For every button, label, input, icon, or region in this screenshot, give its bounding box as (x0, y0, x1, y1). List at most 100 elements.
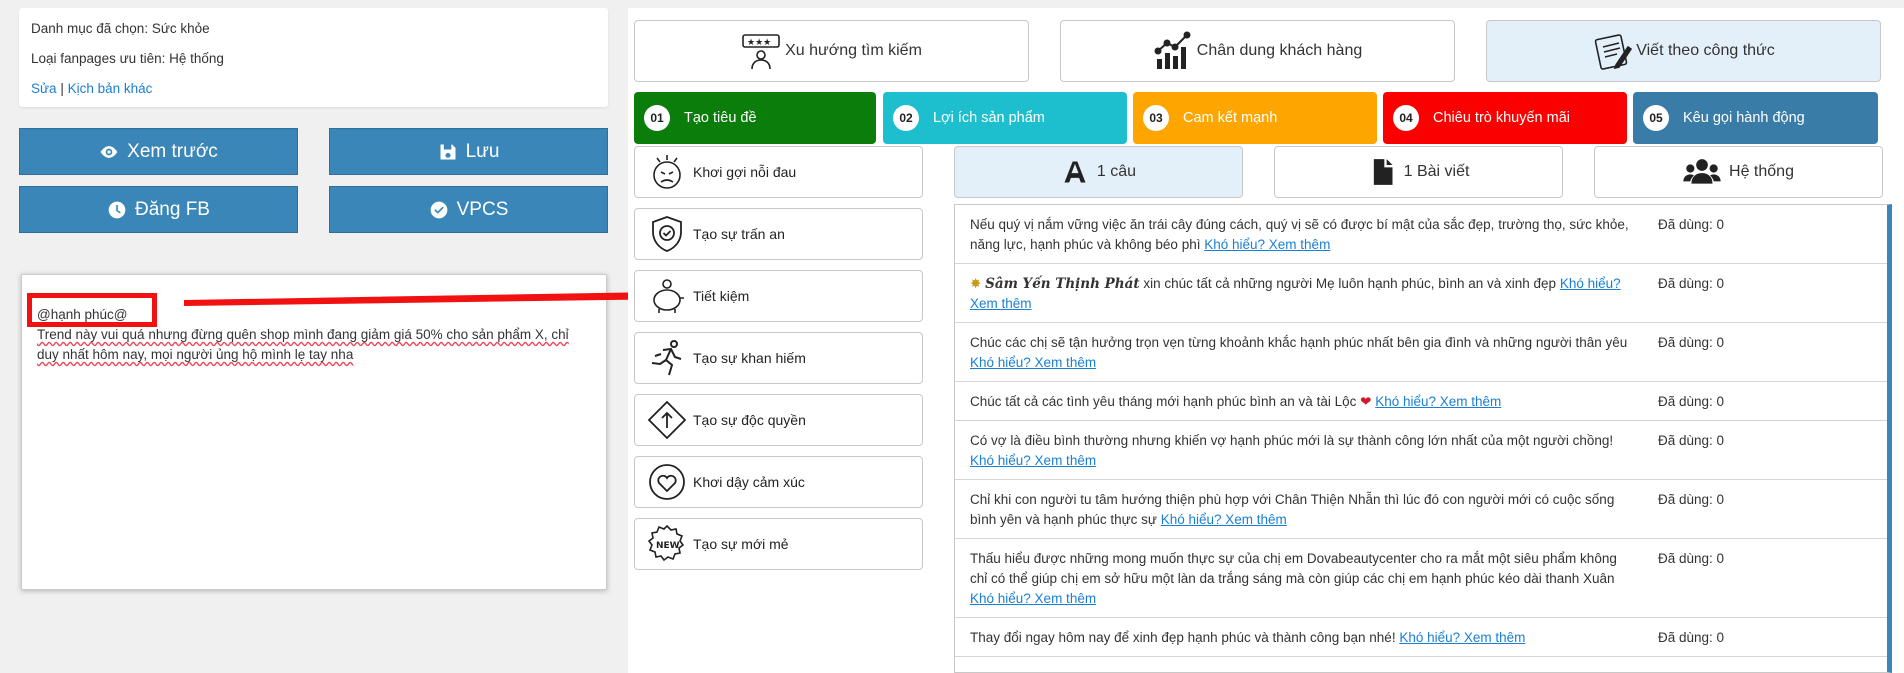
used-count: Đã dùng: 0 (1658, 551, 1725, 566)
suggestion-list: Nếu quý vị nắm vững việc ăn trái cây đún… (954, 204, 1892, 673)
step-number: 01 (644, 105, 670, 131)
list-item[interactable]: Nếu quý vị nắm vững việc ăn trái cây đún… (955, 205, 1887, 264)
side-item-label: Tạo sự trấn an (693, 226, 785, 242)
vpcs-button[interactable]: VPCS (329, 186, 608, 233)
piggy-bank-icon (653, 279, 684, 313)
stressed-face-icon (653, 155, 681, 189)
more-info-link[interactable]: Khó hiểu? Xem thêm (1375, 394, 1501, 409)
highlight-box (27, 293, 157, 327)
step-03-strong-commitment[interactable]: 03 Cam kết mạnh (1133, 92, 1377, 144)
svg-text:NEW: NEW (656, 541, 680, 551)
floppy-disk-icon (440, 144, 456, 159)
step-label: Cam kết mạnh (1183, 110, 1278, 126)
preview-button[interactable]: Xem trước (19, 128, 298, 175)
side-item-savings[interactable]: Tiết kiệm (634, 270, 923, 322)
step-number: 03 (1143, 105, 1169, 131)
more-info-link[interactable]: Khó hiểu? Xem thêm (1399, 630, 1525, 645)
post-facebook-button[interactable]: Đăng FB (19, 186, 298, 233)
side-item-novelty[interactable]: NEW Tạo sự mới mẻ (634, 518, 923, 570)
step-label: Chiêu trò khuyến mãi (1433, 110, 1571, 126)
side-item-scarcity[interactable]: Tạo sự khan hiếm (634, 332, 923, 384)
users-icon (1683, 159, 1721, 184)
more-info-link[interactable]: Khó hiểu? Xem thêm (1161, 512, 1287, 527)
edit-link[interactable]: Sửa (31, 81, 57, 96)
step-01-create-title[interactable]: 01 Tạo tiêu đề (634, 92, 876, 144)
step-02-product-benefits[interactable]: 02 Lợi ích sản phẩm (883, 92, 1127, 144)
selected-category: Danh mục đã chọn: Sức khỏe (31, 21, 210, 36)
tab-customer-persona[interactable]: Chân dung khách hàng (1060, 20, 1455, 82)
shield-check-icon (652, 216, 682, 252)
list-item[interactable]: ✸ Sâm Yến Thịnh Phát xin chúc tất cả nhữ… (955, 264, 1887, 323)
side-item-exclusivity[interactable]: Tạo sự độc quyền (634, 394, 923, 446)
info-links: Sửa | Kịch bản khác (31, 80, 596, 110)
more-info-link[interactable]: Khó hiểu? Xem thêm (970, 591, 1096, 606)
selection-info-card: Danh mục đã chọn: Sức khỏe Loại fanpages… (19, 8, 608, 107)
suggestion-text: xin chúc tất cả những người Mẹ luôn hạnh… (1143, 276, 1557, 291)
heart-icon (649, 464, 685, 500)
link-separator: | (60, 81, 64, 96)
list-item[interactable]: Chỉ khi con người tu tâm hướng thiện phù… (955, 480, 1887, 539)
used-count: Đã dùng: 0 (1658, 492, 1725, 507)
heart-emoji-icon: ❤ (1360, 394, 1372, 409)
notepad-pencil-icon (1594, 34, 1633, 70)
eye-icon (100, 145, 118, 158)
file-icon (1373, 159, 1393, 185)
running-man-icon (651, 340, 682, 376)
step-05-call-to-action[interactable]: 05 Kêu gọi hành động (1633, 92, 1878, 144)
side-item-evoke-emotion[interactable]: Khơi dậy cảm xúc (634, 456, 923, 508)
side-item-reassurance[interactable]: Tạo sự trấn an (634, 208, 923, 260)
rating-person-icon: ★★★ (742, 34, 780, 70)
tab-one-article-label: 1 Bài viết (1403, 163, 1470, 180)
suggestion-text: Chúc các chị sẽ tận hưởng trọn vẹn từng … (970, 335, 1628, 350)
font-a-icon (1064, 161, 1086, 183)
side-item-label: Khơi gợi nỗi đau (693, 164, 797, 180)
brand-name: Sâm Yến Thịnh Phát (985, 276, 1140, 292)
direction-sign-icon (647, 400, 687, 440)
fanpage-type: Loại fanpages ưu tiên: Hệ thống (31, 51, 224, 66)
suggestion-text: Có vợ là điều bình thường nhưng khiến vợ… (970, 433, 1614, 448)
content-suggestion-panel: ★★★ Xu hướng tìm kiếm Chân dung khách hà… (628, 8, 1904, 673)
suggestion-text: Thấu hiểu được những mong muốn thực sự c… (970, 551, 1617, 586)
other-script-link[interactable]: Kịch bản khác (68, 81, 153, 96)
list-item[interactable]: Chúc các chị sẽ tận hưởng trọn vẹn từng … (955, 323, 1887, 382)
save-button[interactable]: Lưu (329, 128, 608, 175)
save-label: Lưu (465, 140, 500, 162)
svg-text:★★★: ★★★ (747, 37, 771, 47)
tab-one-sentence[interactable]: 1 câu (954, 146, 1243, 198)
tab-write-by-formula[interactable]: Viết theo công thức (1486, 20, 1881, 82)
used-count: Đã dùng: 0 (1658, 630, 1725, 645)
tab-one-article[interactable]: 1 Bài viết (1274, 146, 1563, 198)
suggestion-text: Thay đổi ngay hôm nay để xinh đẹp hạnh p… (970, 630, 1396, 645)
list-item[interactable]: Thấu hiểu được những mong muốn thực sự c… (955, 539, 1887, 618)
new-badge-icon: NEW (647, 524, 685, 562)
tab-search-trends[interactable]: ★★★ Xu hướng tìm kiếm (634, 20, 1029, 82)
more-info-link[interactable]: Khó hiểu? Xem thêm (1204, 237, 1330, 252)
used-count: Đã dùng: 0 (1658, 276, 1725, 291)
side-item-label: Tạo sự độc quyền (693, 412, 806, 428)
tab-customer-persona-label: Chân dung khách hàng (1196, 42, 1363, 59)
step-label: Kêu gọi hành động (1683, 110, 1805, 126)
list-item[interactable]: Có vợ là điều bình thường nhưng khiến vợ… (955, 421, 1887, 480)
used-count: Đã dùng: 0 (1658, 394, 1725, 409)
tab-search-trends-label: Xu hướng tìm kiếm (785, 42, 922, 59)
step-number: 04 (1393, 105, 1419, 131)
side-item-label: Tạo sự mới mẻ (693, 536, 789, 552)
step-number: 02 (893, 105, 919, 131)
more-info-link[interactable]: Khó hiểu? Xem thêm (970, 355, 1096, 370)
vpcs-label: VPCS (456, 198, 509, 220)
tab-system[interactable]: Hệ thống (1594, 146, 1883, 198)
step-04-promotion-tricks[interactable]: 04 Chiêu trò khuyến mãi (1383, 92, 1627, 144)
tab-one-sentence-label: 1 câu (1096, 163, 1137, 180)
clock-icon (108, 201, 126, 218)
list-item[interactable]: Thay đổi ngay hôm nay để xinh đẹp hạnh p… (955, 618, 1887, 657)
list-item[interactable]: Chúc tất cả các tình yêu tháng mới hạnh … (955, 382, 1887, 421)
tab-system-label: Hệ thống (1729, 163, 1794, 180)
side-item-label: Tạo sự khan hiếm (693, 350, 806, 366)
editor-text: Trend này vui quá nhưng đừng quên shop m… (37, 327, 569, 362)
more-info-link[interactable]: Khó hiểu? Xem thêm (970, 453, 1096, 468)
post-fb-label: Đăng FB (135, 198, 210, 220)
step-number: 05 (1643, 105, 1669, 131)
side-item-evoke-pain[interactable]: Khơi gợi nỗi đau (634, 146, 923, 198)
sparkle-icon: ✸ (970, 276, 982, 291)
side-item-label: Khơi dậy cảm xúc (693, 474, 805, 490)
